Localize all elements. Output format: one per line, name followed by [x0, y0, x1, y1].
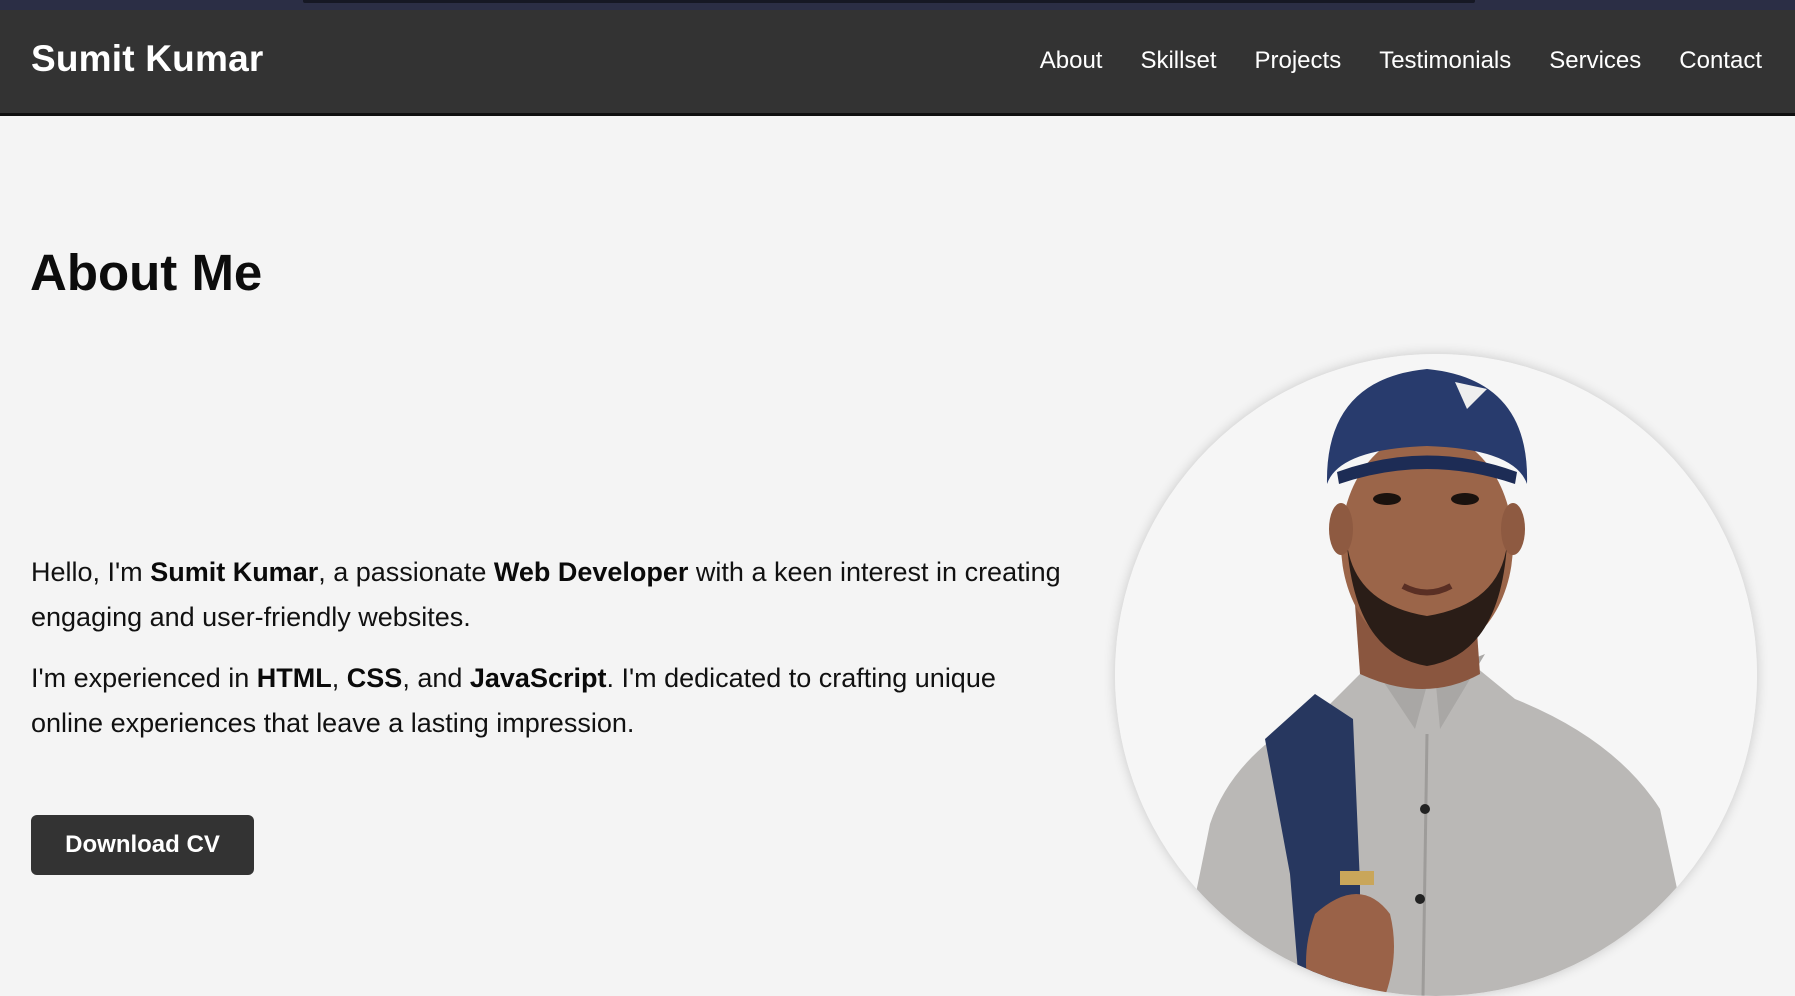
skill-css: CSS — [346, 663, 403, 693]
text-fragment: , — [331, 663, 347, 693]
site-brand[interactable]: Sumit Kumar — [31, 38, 263, 80]
nav-about[interactable]: About — [1040, 47, 1103, 75]
nav-skillset[interactable]: Skillset — [1140, 47, 1216, 75]
intro-paragraph-2: I'm experienced in HTML, CSS, and JavaSc… — [31, 656, 1071, 746]
text-fragment: , a passionate — [318, 557, 494, 587]
about-text: Hello, I'm Sumit Kumar, a passionate Web… — [31, 550, 1071, 762]
loading-indicator — [303, 0, 1475, 3]
main-nav: About Skillset Projects Testimonials Ser… — [1040, 47, 1762, 75]
browser-top-strip — [0, 0, 1795, 10]
skill-javascript: JavaScript — [469, 663, 607, 693]
about-section: About Me Hello, I'm Sumit Kumar, a passi… — [0, 119, 1795, 996]
role-highlight: Web Developer — [493, 557, 689, 587]
profile-photo-illustration — [1115, 354, 1757, 996]
skill-html: HTML — [256, 663, 332, 693]
nav-services[interactable]: Services — [1549, 47, 1641, 75]
site-header: Sumit Kumar About Skillset Projects Test… — [0, 10, 1795, 116]
download-cv-button[interactable]: Download CV — [31, 815, 254, 875]
intro-paragraph-1: Hello, I'm Sumit Kumar, a passionate Web… — [31, 550, 1071, 640]
text-fragment: Hello, I'm — [31, 557, 151, 587]
nav-projects[interactable]: Projects — [1255, 47, 1342, 75]
nav-contact[interactable]: Contact — [1679, 47, 1762, 75]
name-highlight: Sumit Kumar — [150, 557, 319, 587]
nav-testimonials[interactable]: Testimonials — [1379, 47, 1511, 75]
text-fragment: , and — [402, 663, 470, 693]
profile-photo — [1115, 354, 1757, 996]
section-title: About Me — [30, 244, 263, 301]
text-fragment: I'm experienced in — [31, 663, 257, 693]
